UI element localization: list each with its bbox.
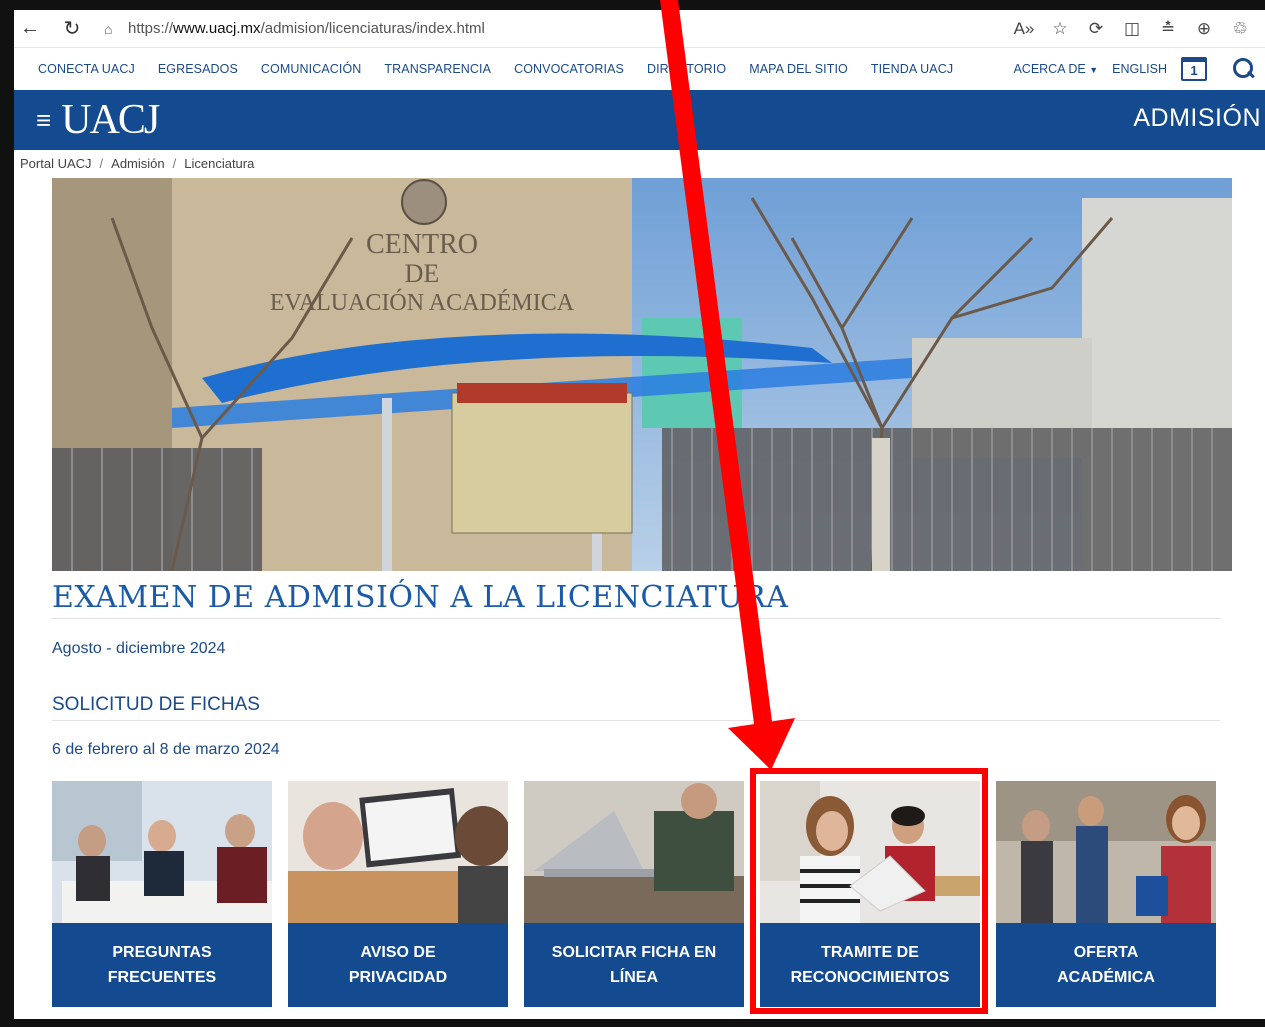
students-outdoor-photo [996,781,1216,923]
card-label-line2: LÍNEA [610,969,658,986]
section-subtitle: SOLICITUD DE FICHAS [52,694,260,715]
card-label-line1: PREGUNTAS [112,944,212,961]
divider [52,720,1220,721]
breadcrumb-separator: / [99,155,104,171]
card-label-line2: PRIVACIDAD [348,969,448,986]
about-label: ACERCA DE [1013,62,1086,76]
read-aloud-icon[interactable]: A» [1013,19,1035,39]
sign-text-centro: CENTRO [366,229,478,260]
screen-frame-bottom [0,1019,1265,1027]
card-solicitar-ficha[interactable]: SOLICITAR FICHA EN LÍNEA [524,781,744,1007]
typing-photo [524,781,744,923]
nav-link-comunicacion[interactable]: COMUNICACIÓN [261,62,362,76]
sign-text-de: DE [405,259,440,288]
nav-link-directorio[interactable]: DIRECTORIO [647,62,726,76]
card-label-line1: OFERTA [1073,944,1139,961]
page-title: EXAMEN DE ADMISIÓN A LA LICENCIATURA [52,580,789,615]
card-aviso-privacidad[interactable]: AVISO DE PRIVACIDAD [288,781,508,1007]
nav-link-transparencia[interactable]: TRANSPARENCIA [384,62,491,76]
browser-window: ← ↻ ⌂ https://www.uacj.mx/admision/licen… [14,10,1265,1019]
browser-toolbar: ← ↻ ⌂ https://www.uacj.mx/admision/licen… [14,10,1265,48]
card-label-line2: ACADÉMICA [1057,969,1155,986]
refresh-icon[interactable]: ↻ [56,13,88,45]
breadcrumb-licenciatura: Licenciatura [184,155,255,171]
card-photo [996,781,1216,923]
card-photo [288,781,508,923]
split-screen-icon[interactable]: ◫ [1121,19,1143,39]
card-preguntas-frecuentes[interactable]: PREGUNTAS FRECUENTES [52,781,272,1007]
meeting-photo [52,781,272,923]
hero-image: CENTRO DE EVALUACIÓN ACADÉMICA [52,178,1232,571]
screen-frame-top [0,0,1265,10]
card-label: PREGUNTAS FRECUENTES [52,923,272,1007]
screen-frame-left [0,0,14,1027]
back-arrow-icon[interactable]: ← [14,13,46,45]
breadcrumb-admision[interactable]: Admisión [111,156,164,171]
url-prefix: https:// [128,20,174,37]
calendar-icon[interactable]: 1 [1181,57,1207,81]
favorite-star-icon[interactable]: ☆ [1049,19,1071,39]
divider [52,618,1220,619]
card-oferta-academica[interactable]: OFERTA ACADÉMICA [996,781,1216,1007]
sign-text-evaluacion: EVALUACIÓN ACADÉMICA [270,289,575,316]
uacj-logo[interactable]: UACJ [61,96,160,144]
about-dropdown[interactable]: ACERCA DE ▼ [1013,62,1098,76]
card-label-line1: AVISO DE [360,944,436,961]
breadcrumb-portal[interactable]: Portal UACJ [20,156,92,171]
url-host: www.uacj.mx [173,20,261,37]
nav-link-mapa[interactable]: MAPA DEL SITIO [749,62,848,76]
utility-nav-right: ACERCA DE ▼ ENGLISH 1 [1013,48,1255,90]
utility-nav: CONECTA UACJ EGRESADOS COMUNICACIÓN TRAN… [14,48,1265,90]
hamburger-menu-icon[interactable]: ≡ [36,105,51,136]
card-label-line1: SOLICITAR FICHA EN [551,944,717,961]
card-photo [52,781,272,923]
nav-link-egresados[interactable]: EGRESADOS [158,62,238,76]
nav-link-conecta[interactable]: CONECTA UACJ [38,62,135,76]
site-info-icon[interactable]: ⌂ [104,21,128,37]
card-label-line2: FRECUENTES [107,969,217,986]
card-label: AVISO DE PRIVACIDAD [288,923,508,1007]
search-icon[interactable] [1233,58,1255,80]
annotation-highlight-box [750,768,988,1014]
nav-link-tienda[interactable]: TIENDA UACJ [871,62,953,76]
section-title[interactable]: ADMISIÓN [1133,104,1261,133]
collections-icon[interactable]: ⊕ [1193,19,1215,39]
nav-link-convocatorias[interactable]: CONVOCATORIAS [514,62,624,76]
site-header: ≡ UACJ ADMISIÓN [14,90,1265,150]
english-link[interactable]: ENGLISH [1112,62,1167,76]
card-photo [524,781,744,923]
application-dates: 6 de febrero al 8 de marzo 2024 [52,741,280,758]
breadcrumb-separator: / [172,155,177,171]
caret-down-icon: ▼ [1089,65,1099,75]
card-label: SOLICITAR FICHA EN LÍNEA [524,923,744,1007]
card-label: OFERTA ACADÉMICA [996,923,1216,1007]
admission-period: Agosto - diciembre 2024 [52,640,226,657]
extensions-icon[interactable]: ⟳ [1085,19,1107,39]
breadcrumb: Portal UACJ / Admisión / Licenciatura [14,150,1265,176]
favorites-list-icon[interactable]: ≛ [1157,19,1179,39]
browser-actions: A» ☆ ⟳ ◫ ≛ ⊕ ♲ [1013,19,1265,39]
laptop-photo [288,781,508,923]
quick-links-cards: PREGUNTAS FRECUENTES AVISO DE PRIVACIDAD [52,781,1216,1007]
address-bar[interactable]: ⌂ https://www.uacj.mx/admision/licenciat… [104,14,884,44]
url-path: /admision/licenciaturas/index.html [260,20,485,37]
profile-icon[interactable]: ♲ [1229,19,1251,39]
hero-photo-svg: CENTRO DE EVALUACIÓN ACADÉMICA [52,178,1232,571]
